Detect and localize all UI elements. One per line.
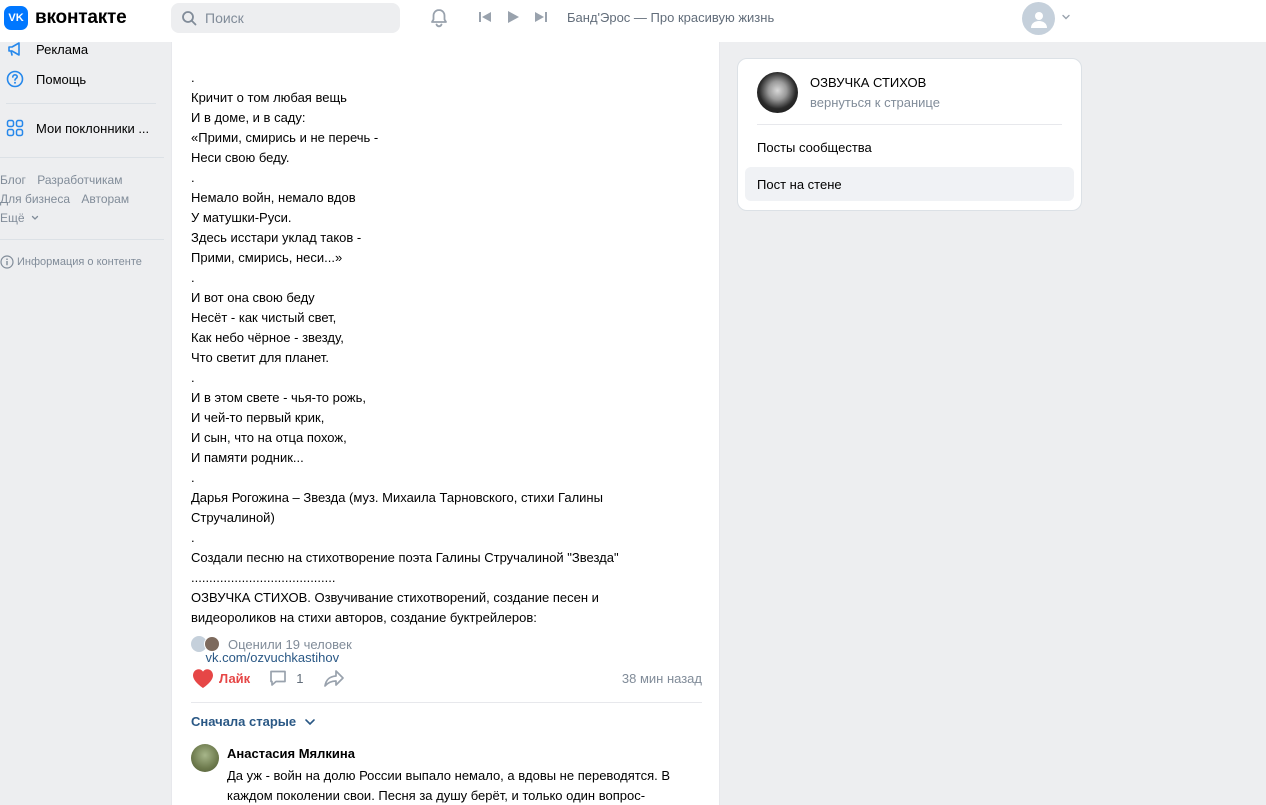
content-info-link[interactable]: Информация о контенте [0,255,142,269]
post-line: Что светит для планет. [191,350,329,365]
search-icon [182,11,197,26]
likes-summary[interactable]: Оценили 19 человек [191,636,352,652]
chevron-down-icon [305,718,315,725]
like-label: Лайк [219,670,251,686]
vk-logo-mark: VK [4,6,28,30]
next-track-icon[interactable] [534,10,548,24]
play-icon[interactable] [506,10,520,24]
sidebar-item-ads[interactable]: Реклама [6,40,88,58]
footer-links-row2: Для бизнеса Авторам [0,192,137,206]
likes-summary-text: Оценили 19 человек [228,636,352,652]
post-line: Создали песню на стихотворение поэта Гал… [191,550,619,565]
post-line: Как небо чёрное - звезду, [191,330,344,345]
audio-player-controls [478,10,548,24]
post-divider [191,702,702,703]
wall-post: . Кричит о том любая вещь И в доме, и в са… [171,42,720,805]
footer-link-business[interactable]: Для бизнеса [0,192,70,206]
content-info-label: Информация о контенте [17,256,142,268]
vk-logo-text: вконтакте [35,7,127,28]
sidebar-item-label: Помощь [36,71,87,87]
post-line: Дарья Рогожина – Звезда (муз. Михаила Та… [191,490,603,505]
post-line: И чей-то первый крик, [191,410,325,425]
sidebar-item-fans[interactable]: Мои поклонники ... [6,119,149,137]
post-text: . Кричит о том любая вещь И в доме, и в са… [191,28,701,688]
footer-links-row1: Блог Разработчикам [0,173,130,187]
info-icon [0,255,14,269]
sidebar-divider [0,239,164,240]
now-playing-track[interactable]: Банд'Эрос — Про красивую жизнь [567,10,774,25]
search-input[interactable] [205,10,385,26]
heart-icon [193,669,213,688]
post-line: Стручалиной) [191,510,275,525]
chevron-down-icon[interactable] [1061,12,1071,22]
nav-wall-post[interactable]: Пост на стене [745,167,1074,201]
post-line: Немало войн, немало вдов [191,190,356,205]
card-divider [757,124,1062,125]
sidebar-divider [0,157,164,158]
post-line: ........................................ [191,570,336,585]
post-line: Неси свою беду. [191,150,290,165]
post-time[interactable]: 38 мин назад [622,671,702,686]
sort-label: Сначала старые [191,714,297,729]
like-button[interactable]: Лайк [191,667,250,689]
post-line: Кричит о том любая вещь [191,90,347,105]
post-line: И в этом свете - чья-то рожь, [191,390,367,405]
vk-logo[interactable]: VK вконтакте [4,6,127,30]
post-line: ОЗВУЧКА СТИХОВ. Озвучивание стихотворени… [191,590,599,605]
post-line: . [191,70,195,85]
post-line: И памяти родник... [191,450,304,465]
footer-link-authors[interactable]: Авторам [81,192,129,206]
sidebar-item-label: Реклама [36,41,89,57]
post-line: У матушки-Руси. [191,210,292,225]
apps-icon [6,119,24,137]
nav-community-posts[interactable]: Посты сообщества [745,130,1074,164]
footer-link-developers[interactable]: Разработчикам [37,173,122,187]
post-actions: Лайк 1 38 мин назад [191,666,702,690]
post-line: . [191,170,195,185]
post-line: . [191,270,195,285]
comments-button[interactable]: 1 [268,668,303,688]
post-link[interactable]: vk.com/ozvuchkastihov [205,650,339,665]
community-nav-card: ОЗВУЧКА СТИХОВ вернуться к странице Пост… [737,58,1082,211]
previous-track-icon[interactable] [478,10,492,24]
share-button[interactable] [323,668,345,688]
footer-more[interactable]: Ещё [0,211,39,225]
community-avatar[interactable] [757,72,798,113]
post-line: . [191,370,195,385]
post-lines: . Кричит о том любая вещь И в доме, и в са… [191,68,701,628]
user-placeholder-icon [1030,11,1047,28]
comment-author[interactable]: Анастасия Мялкина [227,746,355,761]
post-line: видеороликов на стихи авторов, создание … [191,610,537,625]
comment-text: Да уж - войн на долю России выпало немал… [227,768,671,803]
user-avatar[interactable] [1022,2,1055,35]
footer-link-blog[interactable]: Блог [0,173,26,187]
community-title[interactable]: ОЗВУЧКА СТИХОВ [810,75,926,90]
footer-more-label: Ещё [0,211,25,225]
post-line: И вот она свою беду [191,290,315,305]
post-line: Прими, смирись, неси...» [191,250,343,265]
post-line: Несёт - как чистый свет, [191,310,337,325]
post-line: Здесь исстари уклад таков - [191,230,362,245]
share-icon [324,670,345,687]
megaphone-icon [6,40,24,58]
liker-avatar [204,636,220,652]
comment-icon [270,670,287,686]
chevron-down-icon [31,215,38,220]
sidebar-divider [6,103,156,104]
post-line: . [191,470,195,485]
help-icon [6,70,24,88]
post-line: «Прими, смирись и не перечь - [191,130,379,145]
commenter-avatar[interactable] [191,744,219,772]
comment-sort-dropdown[interactable]: Сначала старые [191,714,316,729]
post-line: И в доме, и в саду: [191,110,306,125]
post-line: . [191,530,195,545]
post-line: И сын, что на отца похож, [191,430,347,445]
back-to-page-link[interactable]: вернуться к странице [810,95,940,110]
comments-count: 1 [296,670,304,686]
sidebar-item-help[interactable]: Помощь [6,70,86,88]
sidebar-item-label: Мои поклонники ... [36,120,150,136]
